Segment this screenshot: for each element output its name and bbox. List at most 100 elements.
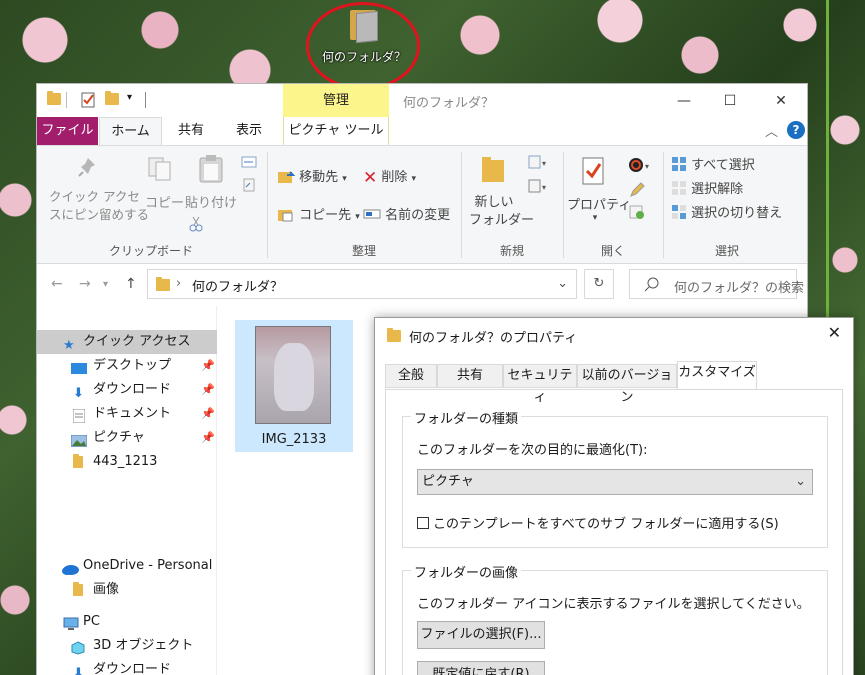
select-all-button[interactable]: すべて選択 — [671, 154, 755, 176]
pin-icon[interactable]: 📌 — [201, 402, 215, 426]
nav-pc-downloads[interactable]: ⬇ ダウンロード — [37, 658, 217, 675]
history-icon[interactable] — [629, 204, 645, 224]
nav-pictures[interactable]: ピクチャ 📌 — [37, 426, 217, 450]
svg-text:▾: ▾ — [542, 159, 546, 168]
pin-icon — [77, 156, 99, 182]
edit-pencil-icon[interactable] — [629, 182, 645, 202]
tab-share[interactable]: 共有 — [167, 117, 215, 145]
forward-arrow-icon[interactable]: → — [79, 276, 91, 292]
copy-path-icon[interactable] — [241, 156, 257, 172]
title-bar: ▾ 管理 何のフォルダ？ — ☐ ✕ — [37, 84, 807, 117]
refresh-button[interactable]: ↻ — [584, 269, 614, 299]
tab-home[interactable]: ホーム — [99, 117, 162, 145]
tab-file[interactable]: ファイル — [37, 117, 98, 145]
dialog-tabs: 全般 共有 セキュリティ 以前のバージョン カスタマイズ — [385, 361, 845, 405]
folder-icon — [156, 277, 170, 291]
restore-default-button[interactable]: 既定値に戻す(R) — [417, 661, 545, 675]
tab-sharing[interactable]: 共有 — [437, 364, 503, 388]
tab-general[interactable]: 全般 — [385, 364, 437, 388]
nav-folder-443[interactable]: 443_1213 — [37, 450, 217, 474]
move-to-button[interactable]: 移動先 ▾ — [277, 166, 347, 188]
nav-quick-access-label: クイック アクセス — [83, 334, 191, 349]
delete-button[interactable]: ✕ 削除 ▾ — [363, 166, 416, 188]
rename-label: 名前の変更 — [385, 208, 451, 223]
collapse-ribbon-icon[interactable]: ︿ — [765, 121, 778, 140]
rename-button[interactable]: 名前の変更 — [363, 204, 450, 225]
nav-pictures-label: ピクチャ — [93, 430, 145, 445]
folder-icon — [73, 582, 83, 596]
select-none-button[interactable]: 選択解除 — [671, 178, 743, 200]
nav-quick-access[interactable]: ★ クイック アクセス — [37, 330, 217, 354]
breadcrumb-chevron-icon[interactable]: › — [176, 276, 181, 291]
tab-view[interactable]: 表示 — [223, 117, 275, 145]
nav-desktop-label: デスクトップ — [93, 358, 172, 373]
new-item-icon[interactable]: ▾ — [527, 154, 551, 174]
help-icon[interactable]: ? — [787, 121, 805, 139]
qat-dropdown-icon[interactable]: ▾ — [127, 92, 132, 103]
nav-onedrive[interactable]: OneDrive - Personal — [37, 554, 217, 578]
dialog-close-button[interactable]: ✕ — [828, 323, 841, 342]
nav-documents[interactable]: ドキュメント 📌 — [37, 402, 217, 426]
up-arrow-icon[interactable]: ↑ — [125, 276, 137, 292]
manage-tab[interactable]: 管理 — [283, 84, 389, 117]
properties-button[interactable]: プロパティ ▾ — [567, 194, 631, 223]
nav-downloads-label: ダウンロード — [93, 382, 172, 397]
copy-to-button[interactable]: コピー先 ▾ — [277, 204, 360, 226]
folder-type-legend: フォルダーの種類 — [411, 408, 522, 427]
pin-icon[interactable]: 📌 — [201, 426, 215, 450]
select-all-icon — [671, 156, 687, 176]
new-folder-button[interactable]: 新しい フォルダー — [469, 194, 534, 230]
pin-label-1: クイック アクセ — [49, 189, 140, 204]
back-arrow-icon[interactable]: ← — [51, 276, 63, 292]
new-group-label: 新規 — [499, 244, 524, 258]
chevron-down-icon: ⌄ — [795, 474, 806, 489]
nav-3d-objects[interactable]: 3D オブジェクト — [37, 634, 217, 658]
tab-customize[interactable]: カスタマイズ — [677, 361, 757, 389]
file-item[interactable]: IMG_2133 — [235, 320, 353, 452]
close-button[interactable]: ✕ — [758, 88, 804, 114]
address-dropdown-icon[interactable]: ⌄ — [557, 276, 568, 291]
apply-template-row[interactable]: このテンプレートをすべてのサブ フォルダーに適用する(S) — [417, 513, 779, 532]
address-path: 何のフォルダ？ — [192, 280, 284, 295]
nav-images-label: 画像 — [93, 582, 120, 597]
choose-file-button[interactable]: ファイルの選択(F)... — [417, 621, 545, 649]
tab-previous-versions[interactable]: 以前のバージョン — [577, 364, 677, 405]
easy-access-icon[interactable]: ▾ — [527, 178, 551, 198]
group-divider — [663, 152, 664, 258]
folder-picture-legend: フォルダーの画像 — [411, 562, 522, 581]
minimize-button[interactable]: — — [661, 88, 707, 114]
folder-icon — [47, 91, 61, 107]
tab-picture-tools[interactable]: ピクチャ ツール — [283, 117, 389, 145]
new-folder-icon[interactable] — [105, 91, 119, 107]
address-input[interactable]: › 何のフォルダ？ ⌄ — [147, 269, 577, 299]
paste-button[interactable]: 貼り付け — [185, 192, 237, 211]
apply-template-label: このテンプレートをすべてのサブ フォルダーに適用する(S) — [433, 517, 779, 532]
divider — [66, 92, 67, 108]
paste-shortcut-icon[interactable] — [243, 178, 255, 196]
search-input[interactable]: 何のフォルダ？の検索 — [629, 269, 804, 299]
nav-pc-label: PC — [83, 614, 100, 629]
invert-selection-button[interactable]: 選択の切り替え — [671, 202, 782, 224]
pin-icon[interactable]: 📌 — [201, 378, 215, 402]
pin-quick-access-button[interactable]: クイック アクセ スにピン留めする — [49, 188, 149, 224]
maximize-button[interactable]: ☐ — [707, 88, 753, 114]
properties-check-icon[interactable] — [81, 92, 95, 108]
nav-downloads[interactable]: ⬇ ダウンロード 📌 — [37, 378, 217, 402]
copy-button[interactable]: コピー — [145, 192, 184, 211]
tab-security[interactable]: セキュリティ — [503, 364, 577, 405]
svg-text:▾: ▾ — [645, 162, 649, 171]
apply-template-checkbox[interactable] — [417, 517, 429, 529]
optimize-select[interactable]: ピクチャ ⌄ — [417, 469, 813, 495]
open-group-label: 開く — [600, 244, 625, 258]
pin-icon[interactable]: 📌 — [201, 354, 215, 378]
dialog-title: 何のフォルダ？のプロパティ — [409, 331, 578, 346]
nav-images[interactable]: 画像 — [37, 578, 217, 602]
nav-desktop[interactable]: デスクトップ 📌 — [37, 354, 217, 378]
delete-label: 削除 — [381, 170, 408, 185]
select-none-icon — [671, 180, 687, 200]
cut-scissors-icon[interactable] — [189, 216, 203, 236]
move-folder-icon — [277, 168, 296, 188]
recent-dropdown-icon[interactable]: ▾ — [103, 279, 108, 290]
nav-pc[interactable]: PC — [37, 610, 217, 634]
open-with-icon[interactable]: ▾ — [627, 156, 653, 178]
